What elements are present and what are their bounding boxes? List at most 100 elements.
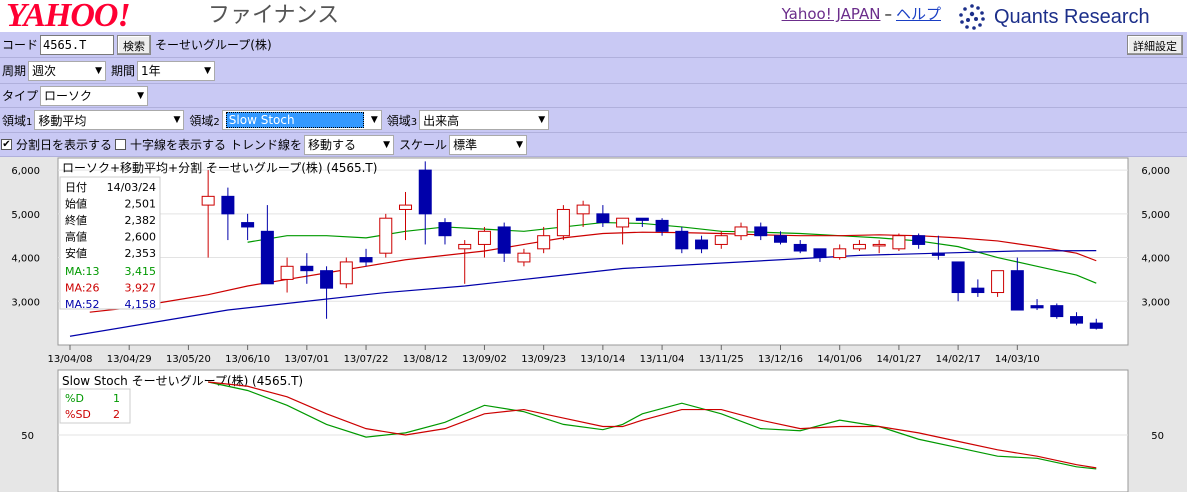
stoch-y-label-left: 50 bbox=[21, 431, 34, 442]
x-tick-label: 13/06/10 bbox=[225, 354, 270, 365]
area1-label: 領域1 bbox=[0, 112, 34, 129]
candle-down bbox=[971, 287, 985, 294]
split-label: 分割日を表示する bbox=[16, 138, 113, 152]
info-key: 始値 bbox=[65, 197, 87, 211]
type-row: タイプ ローソク ▼ bbox=[0, 84, 1187, 108]
detail-settings-button[interactable]: 詳細設定 bbox=[1127, 35, 1183, 55]
area3-label: 領域3 bbox=[385, 112, 419, 129]
info-value: 2,501 bbox=[125, 198, 157, 211]
help-link[interactable]: ヘルプ bbox=[896, 5, 941, 23]
x-tick-label: 13/11/04 bbox=[640, 354, 685, 365]
type-value: ローソク bbox=[44, 89, 93, 103]
type-select[interactable]: ローソク ▼ bbox=[40, 85, 149, 106]
candle-up bbox=[616, 217, 630, 228]
crosshair-checkbox[interactable] bbox=[115, 139, 127, 150]
x-tick-label: 14/03/10 bbox=[995, 354, 1040, 365]
trend-label: トレンド線を bbox=[230, 138, 303, 152]
candle-down bbox=[418, 169, 432, 215]
ma-legend-value: 4,158 bbox=[125, 298, 157, 311]
area1-select[interactable]: 移動平均 ▼ bbox=[34, 110, 185, 130]
company-name: そーせいグループ(株) bbox=[155, 38, 272, 52]
trend-select[interactable]: 移動する ▼ bbox=[304, 134, 395, 155]
candle-down bbox=[675, 230, 689, 250]
area2-select[interactable]: Slow Stoch ▼ bbox=[221, 110, 382, 130]
area-row: 領域1 移動平均 ▼ 領域2 Slow Stoch ▼ 領域3 出来高 ▼ bbox=[0, 108, 1187, 133]
yahoo-japan-link[interactable]: Yahoo! JAPAN bbox=[782, 5, 881, 23]
code-label: コード bbox=[2, 38, 39, 52]
candle-down bbox=[1010, 270, 1024, 311]
scale-label: スケール bbox=[399, 138, 448, 152]
search-button[interactable]: 検索 bbox=[117, 34, 152, 55]
main-chart-title: ローソク+移動平均+分割 そーせいグループ(株) (4565.T) bbox=[62, 160, 377, 175]
x-tick-label: 13/09/23 bbox=[521, 354, 566, 365]
info-value: 14/03/24 bbox=[107, 181, 156, 194]
quants-research-text: Quants Research bbox=[994, 5, 1150, 28]
stoch-y-label-right: 50 bbox=[1151, 431, 1164, 442]
candle-down bbox=[813, 248, 827, 259]
area1-value: 移動平均 bbox=[38, 113, 87, 128]
scale-select[interactable]: 標準 ▼ bbox=[449, 134, 528, 155]
candle-up bbox=[892, 235, 906, 250]
y-tick-label-left: 3,000 bbox=[11, 297, 40, 308]
chart-canvas[interactable]: 6,000 6,000 5,000 5,000 4,000 4,000 3,000 3,000… bbox=[0, 157, 1187, 493]
type-label: タイプ bbox=[2, 89, 39, 103]
ma-legend-key: MA:52 bbox=[65, 298, 100, 311]
candle-up bbox=[339, 261, 353, 285]
y-tick-label-right: 3,000 bbox=[1141, 297, 1170, 308]
candle-up bbox=[833, 248, 847, 259]
y-tick-label-left: 4,000 bbox=[11, 254, 40, 265]
candle-up bbox=[458, 243, 472, 250]
x-tick-label: 13/07/01 bbox=[284, 354, 329, 365]
period-select[interactable]: 週次 ▼ bbox=[28, 60, 107, 81]
period-value: 週次 bbox=[32, 64, 57, 78]
info-key: 日付 bbox=[65, 181, 87, 194]
code-input[interactable] bbox=[40, 34, 115, 55]
candle-up bbox=[714, 235, 728, 245]
chevron-down-icon: ▼ bbox=[370, 115, 378, 125]
candle-down bbox=[655, 219, 669, 232]
candle-up bbox=[872, 243, 886, 247]
chevron-down-icon: ▼ bbox=[95, 65, 103, 76]
stoch-legend-key: %SD bbox=[65, 408, 91, 421]
candle-up bbox=[852, 243, 866, 250]
candle-down bbox=[1050, 305, 1064, 318]
area3-number: 3 bbox=[410, 116, 418, 128]
info-value: 2,600 bbox=[125, 231, 157, 244]
x-tick-label: 14/01/27 bbox=[876, 354, 921, 365]
stoch-plot-area bbox=[57, 369, 1129, 493]
x-tick-label: 14/01/06 bbox=[817, 354, 862, 365]
scale-value: 標準 bbox=[453, 138, 478, 152]
stoch-legend-value: 2 bbox=[113, 408, 120, 421]
options-row: ✔ 分割日を表示する 十字線を表示する トレンド線を 移動する ▼ スケール 標準… bbox=[0, 133, 1187, 157]
info-value: 2,353 bbox=[125, 247, 157, 260]
candle-up bbox=[399, 204, 413, 210]
ma-legend-key: MA:26 bbox=[65, 282, 100, 295]
candle-up bbox=[379, 217, 393, 254]
span-value: 1年 bbox=[141, 64, 161, 78]
y-tick-label-right: 5,000 bbox=[1141, 210, 1170, 221]
area2-value: Slow Stoch bbox=[225, 112, 364, 128]
quants-research-brand[interactable]: Quants Research bbox=[952, 2, 1150, 32]
candle-down bbox=[931, 252, 945, 256]
stoch-chart-title: Slow Stoch そーせいグループ(株) (4565.T) bbox=[62, 373, 303, 388]
candle-down bbox=[793, 243, 807, 252]
chevron-down-icon: ▼ bbox=[204, 65, 212, 76]
x-tick-label: 13/11/25 bbox=[699, 354, 744, 365]
area2-label-text: 領域 bbox=[189, 113, 214, 128]
yahoo-logo[interactable]: YAHOO! bbox=[6, 0, 131, 34]
info-key: 高値 bbox=[65, 230, 87, 244]
stoch-legend-key: %D bbox=[65, 392, 84, 405]
candle-up bbox=[201, 195, 215, 206]
y-tick-label-left: 5,000 bbox=[11, 210, 40, 221]
candle-down bbox=[635, 217, 649, 221]
period-row: 周期 週次 ▼ 期間 1年 ▼ bbox=[0, 58, 1187, 84]
candle-down bbox=[695, 239, 709, 250]
span-select[interactable]: 1年 ▼ bbox=[137, 60, 216, 81]
split-checkbox[interactable]: ✔ bbox=[1, 139, 12, 150]
candle-up bbox=[477, 230, 491, 245]
span-label: 期間 bbox=[111, 64, 136, 78]
dotted-circle-icon bbox=[959, 4, 985, 30]
area3-select[interactable]: 出来高 ▼ bbox=[419, 110, 550, 130]
candle-up bbox=[556, 208, 570, 237]
x-tick-label: 13/04/29 bbox=[107, 354, 152, 365]
